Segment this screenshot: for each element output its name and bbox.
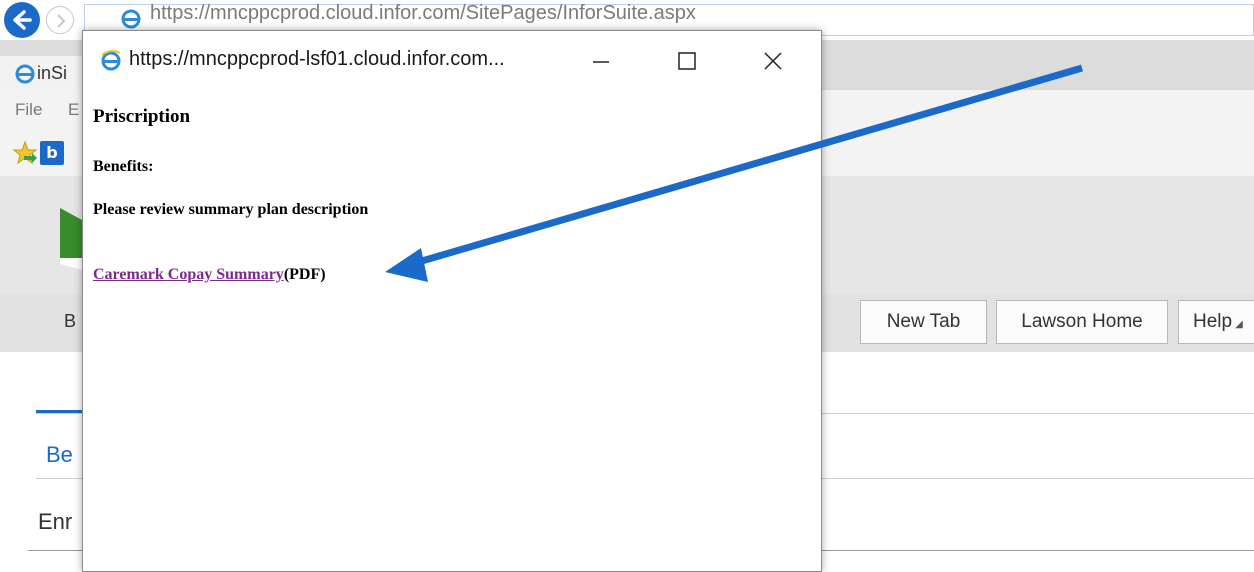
bing-favorite[interactable]: b xyxy=(40,141,64,165)
popup-titlebar[interactable]: https://mncppcprod-lsf01.cloud.infor.com… xyxy=(83,31,821,91)
minimize-button[interactable] xyxy=(581,43,621,79)
browser-tab-label: inSi xyxy=(37,63,68,83)
triangle-down-icon: ◢ xyxy=(1235,319,1243,330)
close-button[interactable] xyxy=(753,43,793,79)
ie-icon xyxy=(101,49,121,71)
section-benefits-title[interactable]: Be xyxy=(46,442,73,468)
help-label: Help xyxy=(1193,311,1233,332)
file-type-label: (PDF) xyxy=(283,266,326,283)
popup-window: https://mncppcprod-lsf01.cloud.infor.com… xyxy=(82,30,822,572)
url-text: https://mncppcprod.cloud.infor.com/SiteP… xyxy=(150,2,696,24)
benefits-label: Benefits: xyxy=(93,158,154,175)
close-icon xyxy=(764,52,782,70)
ie-page-icon xyxy=(121,9,141,29)
minimize-icon xyxy=(593,61,609,63)
arrow-right-icon xyxy=(57,14,66,28)
infor-logo xyxy=(60,208,82,270)
ie-tab-icon xyxy=(15,64,35,84)
popup-heading: Priscription xyxy=(93,106,191,127)
section-enrollment-title[interactable]: Enr xyxy=(38,509,72,535)
new-tab-button[interactable]: New Tab xyxy=(860,300,987,344)
menu-file[interactable]: File xyxy=(15,100,42,120)
review-instruction: Please review summary plan description xyxy=(93,201,369,218)
favorites-star-icon[interactable] xyxy=(12,140,38,166)
maximize-button[interactable] xyxy=(667,43,707,79)
lawson-home-button[interactable]: Lawson Home xyxy=(996,300,1168,344)
help-button[interactable]: Help ◢ xyxy=(1178,300,1254,344)
menu-edit[interactable]: E xyxy=(68,100,79,120)
maximize-icon xyxy=(678,52,696,70)
popup-title: https://mncppcprod-lsf01.cloud.infor.com… xyxy=(129,48,505,70)
back-button[interactable] xyxy=(4,2,40,38)
toolbar-left-label: B xyxy=(64,311,77,331)
arrow-left-icon xyxy=(13,10,32,30)
forward-button[interactable] xyxy=(46,6,74,34)
document-link-row: Caremark Copay Summary(PDF) xyxy=(93,266,326,284)
caremark-copay-summary-link[interactable]: Caremark Copay Summary xyxy=(93,266,284,283)
